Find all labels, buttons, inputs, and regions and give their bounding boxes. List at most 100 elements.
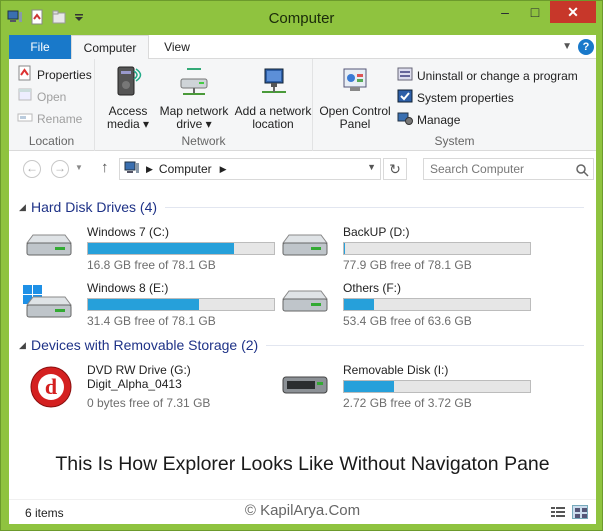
svg-text:d: d bbox=[45, 374, 57, 399]
drive-name: Removable Disk (I:) bbox=[343, 363, 449, 377]
hard-drive-icon bbox=[21, 229, 75, 266]
recent-locations-icon[interactable]: ▼ bbox=[75, 163, 83, 172]
disc-label: Digit_Alpha_0413 bbox=[87, 377, 182, 391]
media-device-icon bbox=[99, 65, 157, 102]
drive-f[interactable]: Others (F:) 53.4 GB free of 63.6 GB bbox=[277, 281, 531, 331]
group-network: Access media ▾ Map network drive ▾ Add a… bbox=[95, 59, 313, 151]
watermark: © KapilArya.Com bbox=[244, 502, 361, 519]
manage-label: Manage bbox=[417, 112, 461, 127]
rename-button[interactable]: Rename bbox=[17, 109, 82, 128]
caption-text: This Is How Explorer Looks Like Without … bbox=[55, 453, 550, 475]
group-system: Open Control Panel Uninstall or change a… bbox=[313, 59, 596, 151]
explorer-window: Computer – □ ✕ File Computer View ▼ ? Pr… bbox=[0, 0, 603, 531]
view-switcher bbox=[550, 505, 588, 522]
navigation-bar: ← → ▼ ↑ ▶ Computer ▶ ▼ ↻ Search Computer bbox=[9, 151, 596, 187]
drive-name: Windows 7 (C:) bbox=[87, 225, 170, 239]
refresh-button[interactable]: ↻ bbox=[383, 158, 407, 180]
manage-button[interactable]: Manage bbox=[397, 110, 460, 129]
free-space: 0 bytes free of 7.31 GB bbox=[87, 396, 211, 410]
title-bar: Computer – □ ✕ bbox=[1, 1, 602, 35]
drive-d[interactable]: BackUP (D:) 77.9 GB free of 78.1 GB bbox=[277, 225, 531, 275]
section-title: Devices with Removable Storage (2) bbox=[31, 337, 259, 353]
system-properties-label: System properties bbox=[417, 90, 514, 105]
breadcrumb-separator-icon: ▶ bbox=[146, 163, 153, 174]
rename-label: Rename bbox=[37, 111, 83, 126]
usage-bar bbox=[343, 298, 531, 311]
chevron-down-icon[interactable]: ◢ bbox=[19, 340, 31, 351]
properties-button[interactable]: Properties bbox=[17, 65, 92, 84]
usage-bar bbox=[343, 242, 531, 255]
windows-drive-icon bbox=[21, 285, 75, 328]
drive-name: DVD RW Drive (G:) bbox=[87, 363, 191, 377]
system-properties-button[interactable]: System properties bbox=[397, 88, 514, 107]
address-dropdown-icon[interactable]: ▼ bbox=[367, 162, 376, 172]
drive-name: Others (F:) bbox=[343, 281, 402, 295]
chevron-down-icon[interactable]: ▼ bbox=[562, 41, 572, 52]
open-icon bbox=[17, 87, 33, 106]
drive-name: Windows 8 (E:) bbox=[87, 281, 169, 295]
drive-i[interactable]: Removable Disk (I:) 2.72 GB free of 3.72… bbox=[277, 363, 531, 413]
open-button[interactable]: Open bbox=[17, 87, 66, 106]
hard-drive-icon bbox=[277, 285, 331, 322]
ribbon-tabs: File Computer View ▼ ? bbox=[9, 35, 596, 60]
uninstall-program-button[interactable]: Uninstall or change a program bbox=[397, 66, 578, 85]
properties-label: Properties bbox=[37, 67, 92, 82]
removable-disk-icon bbox=[277, 373, 331, 406]
large-icons-view-icon[interactable] bbox=[572, 505, 588, 522]
open-control-panel-label-2: Panel bbox=[339, 117, 371, 131]
search-placeholder: Search Computer bbox=[430, 162, 525, 176]
usage-bar bbox=[343, 380, 531, 393]
group-label-system: System bbox=[434, 134, 475, 148]
network-drive-icon bbox=[155, 65, 233, 102]
chevron-down-icon[interactable]: ◢ bbox=[19, 202, 31, 213]
map-network-drive-button[interactable]: Map network drive ▾ bbox=[155, 65, 233, 131]
maximize-button[interactable]: □ bbox=[520, 1, 550, 23]
system-properties-icon bbox=[397, 88, 413, 107]
group-label-location: Location bbox=[28, 134, 75, 148]
uninstall-label: Uninstall or change a program bbox=[417, 68, 578, 83]
tab-computer[interactable]: Computer bbox=[71, 35, 149, 60]
group-label-network: Network bbox=[181, 134, 226, 148]
address-bar[interactable]: ▶ Computer ▶ ▼ bbox=[119, 158, 381, 180]
network-location-icon bbox=[233, 65, 313, 102]
free-space: 31.4 GB free of 78.1 GB bbox=[87, 314, 216, 328]
drive-c[interactable]: Windows 7 (C:) 16.8 GB free of 78.1 GB bbox=[21, 225, 275, 275]
minimize-button[interactable]: – bbox=[490, 1, 520, 23]
details-view-icon[interactable] bbox=[550, 505, 566, 522]
usage-bar bbox=[87, 242, 275, 255]
section-hard-disk-drives[interactable]: ◢ Hard Disk Drives (4) bbox=[19, 199, 584, 215]
forward-button[interactable]: → bbox=[51, 160, 69, 178]
properties-icon bbox=[17, 65, 33, 84]
help-button[interactable]: ? bbox=[578, 39, 594, 55]
section-title: Hard Disk Drives (4) bbox=[31, 199, 158, 215]
status-bar: 6 items © KapilArya.Com bbox=[9, 499, 596, 524]
back-button[interactable]: ← bbox=[23, 160, 41, 178]
free-space: 16.8 GB free of 78.1 GB bbox=[87, 258, 216, 272]
section-removable-storage[interactable]: ◢ Devices with Removable Storage (2) bbox=[19, 337, 584, 353]
tab-file[interactable]: File bbox=[9, 35, 71, 59]
open-label: Open bbox=[37, 89, 67, 104]
add-network-location-button[interactable]: Add a network location bbox=[233, 65, 313, 131]
search-icon[interactable] bbox=[575, 163, 589, 180]
dvd-drive-icon: d bbox=[29, 365, 73, 412]
programs-icon bbox=[397, 66, 413, 85]
computer-icon bbox=[124, 161, 140, 178]
rename-icon bbox=[17, 109, 33, 128]
breadcrumb-computer[interactable]: Computer bbox=[159, 162, 212, 176]
free-space: 77.9 GB free of 78.1 GB bbox=[343, 258, 472, 272]
free-space: 53.4 GB free of 63.6 GB bbox=[343, 314, 472, 328]
manage-icon bbox=[397, 110, 413, 129]
drive-name: BackUP (D:) bbox=[343, 225, 410, 239]
drive-e[interactable]: Windows 8 (E:) 31.4 GB free of 78.1 GB bbox=[21, 281, 275, 331]
access-media-button[interactable]: Access media ▾ bbox=[99, 65, 157, 131]
close-button[interactable]: ✕ bbox=[550, 1, 596, 23]
access-media-label-2: media ▾ bbox=[106, 117, 150, 131]
open-control-panel-button[interactable]: Open Control Panel bbox=[315, 65, 395, 131]
breadcrumb-chevron-icon[interactable]: ▶ bbox=[220, 164, 227, 175]
ribbon: Properties Open Rename Location Access m… bbox=[9, 59, 596, 151]
tab-view[interactable]: View bbox=[149, 35, 205, 59]
up-button[interactable]: ↑ bbox=[101, 159, 109, 176]
drive-g[interactable]: d DVD RW Drive (G:) Digit_Alpha_0413 0 b… bbox=[21, 363, 271, 413]
group-location: Properties Open Rename Location bbox=[9, 59, 95, 151]
search-box[interactable]: Search Computer bbox=[423, 158, 594, 180]
